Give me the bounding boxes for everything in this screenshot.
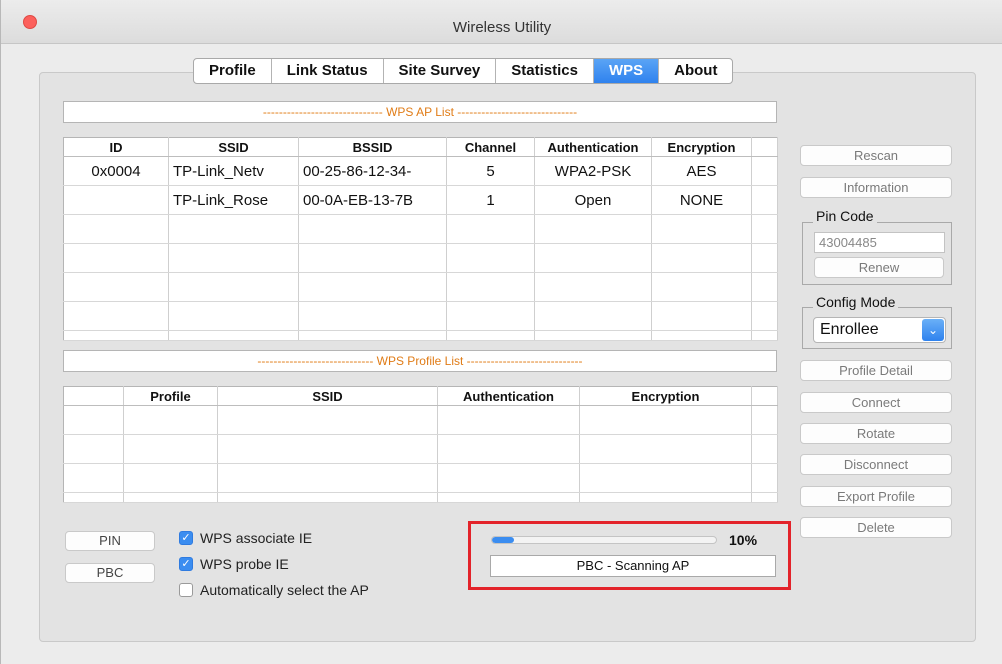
pin-button[interactable]: PIN (65, 531, 155, 551)
rotate-button[interactable]: Rotate (800, 423, 952, 444)
profile-detail-button[interactable]: Profile Detail (800, 360, 952, 381)
chevron-down-icon[interactable]: ⌄ (922, 319, 944, 341)
table-row-empty[interactable] (63, 492, 778, 503)
table-row[interactable]: 0x0004 TP-Link_Netv 00-25-86-12-34- 5 WP… (63, 156, 778, 186)
cell-ssid: TP-Link_Netv (168, 156, 299, 186)
auto-select-ap-label: Automatically select the AP (200, 582, 369, 598)
cell-id: 0x0004 (63, 156, 169, 186)
column-header-authentication[interactable]: Authentication (437, 386, 580, 406)
wps-ap-table[interactable]: ID SSID BSSID Channel Authentication Enc… (63, 137, 778, 341)
tab-about[interactable]: About (659, 59, 732, 83)
cell-bssid: 00-0A-EB-13-7B (298, 185, 447, 215)
checkmark-icon[interactable]: ✓ (179, 531, 193, 545)
window-title: Wireless Utility (452, 19, 552, 36)
wps-associate-ie-label: WPS associate IE (200, 530, 313, 546)
column-header-encryption[interactable]: Encryption (651, 137, 752, 157)
app-window: Wireless Utility Profile Link Status Sit… (0, 0, 1002, 664)
wps-profile-list-title: ----------------------------- WPS Profil… (63, 350, 777, 372)
column-header-id[interactable]: ID (63, 137, 169, 157)
export-profile-button[interactable]: Export Profile (800, 486, 952, 507)
table-row-empty[interactable] (63, 272, 778, 302)
tab-link-status[interactable]: Link Status (272, 59, 384, 83)
checkbox-empty-icon[interactable] (179, 583, 193, 597)
table-row[interactable]: TP-Link_Rose 00-0A-EB-13-7B 1 Open NONE (63, 185, 778, 215)
cell-ssid: TP-Link_Rose (168, 185, 299, 215)
pin-code-field[interactable]: 43004485 (814, 232, 945, 253)
column-header-spacer (751, 137, 778, 157)
information-button[interactable]: Information (800, 177, 952, 198)
cell-id (63, 185, 169, 215)
cell-encryption: AES (651, 156, 752, 186)
wps-probe-ie-label: WPS probe IE (200, 556, 289, 572)
wps-ap-list-title: ------------------------------ WPS AP Li… (63, 101, 777, 123)
table-row-empty[interactable] (63, 330, 778, 341)
cell-spacer (751, 185, 778, 215)
config-mode-value: Enrollee (820, 321, 879, 338)
cell-authentication: Open (534, 185, 652, 215)
auto-select-ap-checkbox[interactable]: Automatically select the AP (179, 582, 369, 598)
disconnect-button[interactable]: Disconnect (800, 454, 952, 475)
title-bar: Wireless Utility (1, 0, 1002, 44)
delete-button[interactable]: Delete (800, 517, 952, 538)
column-header-authentication[interactable]: Authentication (534, 137, 652, 157)
pin-code-label: Pin Code (813, 208, 877, 224)
checkmark-icon[interactable]: ✓ (179, 557, 193, 571)
tab-profile[interactable]: Profile (194, 59, 272, 83)
cell-authentication: WPA2-PSK (534, 156, 652, 186)
pbc-button[interactable]: PBC (65, 563, 155, 583)
renew-button[interactable]: Renew (814, 257, 944, 278)
column-header-spacer (751, 386, 778, 406)
config-mode-label: Config Mode (813, 294, 899, 310)
cell-channel: 1 (446, 185, 535, 215)
column-header-encryption[interactable]: Encryption (579, 386, 752, 406)
table-row-empty[interactable] (63, 214, 778, 244)
table-row-empty[interactable] (63, 434, 778, 464)
highlight-annotation-box (468, 521, 791, 590)
table-row-empty[interactable] (63, 243, 778, 273)
column-header-channel[interactable]: Channel (446, 137, 535, 157)
wps-profile-table[interactable]: Profile SSID Authentication Encryption (63, 386, 778, 503)
table-header-row: ID SSID BSSID Channel Authentication Enc… (63, 137, 778, 157)
table-row-empty[interactable] (63, 301, 778, 331)
cell-encryption: NONE (651, 185, 752, 215)
table-row-empty[interactable] (63, 463, 778, 493)
config-mode-select[interactable]: Enrollee ⌄ (813, 317, 946, 343)
tab-statistics[interactable]: Statistics (496, 59, 594, 83)
connect-button[interactable]: Connect (800, 392, 952, 413)
wps-associate-ie-checkbox[interactable]: ✓ WPS associate IE (179, 530, 312, 546)
tab-site-survey[interactable]: Site Survey (384, 59, 497, 83)
column-header-ssid[interactable]: SSID (217, 386, 438, 406)
tab-wps[interactable]: WPS (593, 59, 660, 83)
cell-bssid: 00-25-86-12-34- (298, 156, 447, 186)
tab-bar: Profile Link Status Site Survey Statisti… (193, 58, 734, 84)
column-header-ssid[interactable]: SSID (168, 137, 299, 157)
column-header-profile[interactable]: Profile (123, 386, 218, 406)
table-row-empty[interactable] (63, 405, 778, 435)
column-header-bssid[interactable]: BSSID (298, 137, 447, 157)
rescan-button[interactable]: Rescan (800, 145, 952, 166)
cell-channel: 5 (446, 156, 535, 186)
column-header-blank (63, 386, 124, 406)
table-header-row: Profile SSID Authentication Encryption (63, 386, 778, 406)
cell-spacer (751, 156, 778, 186)
wps-probe-ie-checkbox[interactable]: ✓ WPS probe IE (179, 556, 289, 572)
